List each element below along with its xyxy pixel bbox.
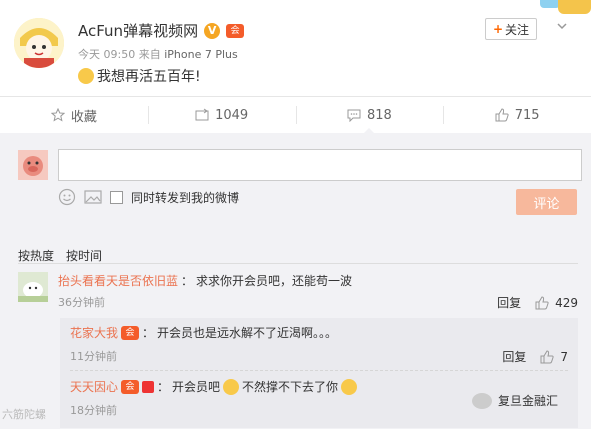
reply-like-count: 7 [560,349,568,364]
my-avatar [18,150,48,180]
favorite-label: 收藏 [70,109,97,125]
post-action-bar: 收藏 1049 818 715 [0,96,591,134]
red-packet-icon [142,380,155,393]
comment-sort-tabs: 按热度 按时间 [18,247,102,264]
reply-text: 开会员也是远水解不了近渴啊。。。 [157,326,338,340]
comment-button[interactable]: 818 [295,97,444,134]
comment-item: 抬头看看天是否依旧蓝：求求你开会员吧，还能苟一波 36分钟前 回复 429 [18,268,578,312]
post-author-name[interactable]: AcFun弹幕视频网 [78,20,198,41]
post-time[interactable]: 今天 09:50 [78,48,135,61]
chevron-down-icon[interactable] [556,20,570,34]
reply-text-a: 开会员吧 [172,380,221,394]
reply-text-b: 不然撑不下去了你 [242,380,339,394]
like-count: 715 [514,107,540,123]
author-avatar[interactable] [14,18,64,68]
reply-button[interactable]: 回复 [497,294,521,311]
repost-button[interactable]: 1049 [147,97,296,133]
forward-label: 同时转发到我的微博 [131,190,240,205]
weibo-post: AcFun弹幕视频网 V 会 今天 09:50 来自 iPhone 7 Plus… [0,0,591,96]
sweat-face-icon [223,378,240,395]
comment-body: 抬头看看天是否依旧蓝：求求你开会员吧，还能苟一波 [58,272,352,289]
comment-author[interactable]: 抬头看看天是否依旧蓝 [58,272,178,289]
decorative-sky-strip [540,0,560,8]
reply-separator: ： [157,380,170,394]
vip-icon: 会 [226,23,245,38]
post-meta: 今天 09:50 来自 iPhone 7 Plus [78,46,238,62]
post-from-label: 来自 [138,48,161,61]
comment-text: 求求你开会员吧，还能苟一波 [196,274,353,288]
vip-icon: 会 [121,325,140,340]
reply-like-button[interactable]: 7 [540,350,568,364]
image-icon[interactable] [84,188,102,206]
reply-body: 花家大我 会 ：开会员也是远水解不了近渴啊。。。 [70,324,337,341]
reply-separator: ： [142,326,155,340]
thumbs-up-icon [535,295,549,309]
follow-button[interactable]: + 关注 [485,18,537,40]
comment-separator: ： [181,274,194,288]
repost-count: 1049 [215,107,249,123]
compose-toolbar: 同时转发到我的微博 [58,188,239,206]
follow-label: 关注 [505,22,530,37]
post-author-row: AcFun弹幕视频网 V 会 [78,20,245,41]
watermark-left: 六筋陀螺 [2,408,46,421]
sad-face-icon [341,378,358,395]
vip-icon: 会 [121,379,140,394]
comment-like-count: 429 [555,295,578,310]
emoji-icon[interactable] [58,188,76,206]
comment-like-button[interactable]: 429 [535,296,578,310]
comment-count: 818 [366,107,392,123]
forward-checkbox[interactable] [110,190,123,204]
watermark-right: 复旦金融汇 [472,392,558,409]
decorative-banner [558,0,591,14]
tab-sort-by-time[interactable]: 按时间 [66,247,102,264]
avatar-pig-icon [18,150,48,180]
star-icon [50,108,65,122]
post-text: 我想再活五百年! [97,69,201,85]
reply-body: 天天因心 会 ：开会员吧 不然撑不下去了你 [70,378,358,395]
thumbs-up-icon [540,349,554,363]
repost-icon [195,108,209,121]
comment-avatar[interactable] [18,272,48,302]
reply-actions: 回复 7 [502,348,568,365]
tab-sort-by-hot[interactable]: 按热度 [18,247,54,264]
comment-icon [347,109,361,122]
comment-input[interactable] [58,149,582,181]
post-content: 我想再活五百年! [78,66,201,86]
favorite-button[interactable]: 收藏 [0,97,148,133]
submit-comment-button[interactable]: 评论 [516,189,577,215]
divider [70,370,568,371]
crying-face-icon [78,68,94,84]
reply-author[interactable]: 花家大我 [70,324,118,341]
avatar-cartoon-icon [14,18,64,68]
reply-button[interactable]: 回复 [502,348,526,365]
watermark-right-text: 复旦金融汇 [498,394,559,408]
reply-time: 11分钟前 [70,350,117,363]
verified-icon: V [204,22,221,39]
thumbs-up-icon [495,108,509,122]
post-source: iPhone 7 Plus [164,48,238,61]
comment-actions: 回复 429 [497,294,578,311]
reply-time: 18分钟前 [70,404,117,417]
reply-author[interactable]: 天天因心 [70,378,118,395]
plus-icon: + [492,22,504,36]
divider [18,263,578,264]
wechat-icon [472,392,492,409]
like-button[interactable]: 715 [443,97,591,133]
reply-list: 花家大我 会 ：开会员也是远水解不了近渴啊。。。 11分钟前 回复 7 天天因心… [60,318,578,428]
comment-time: 36分钟前 [58,296,105,309]
